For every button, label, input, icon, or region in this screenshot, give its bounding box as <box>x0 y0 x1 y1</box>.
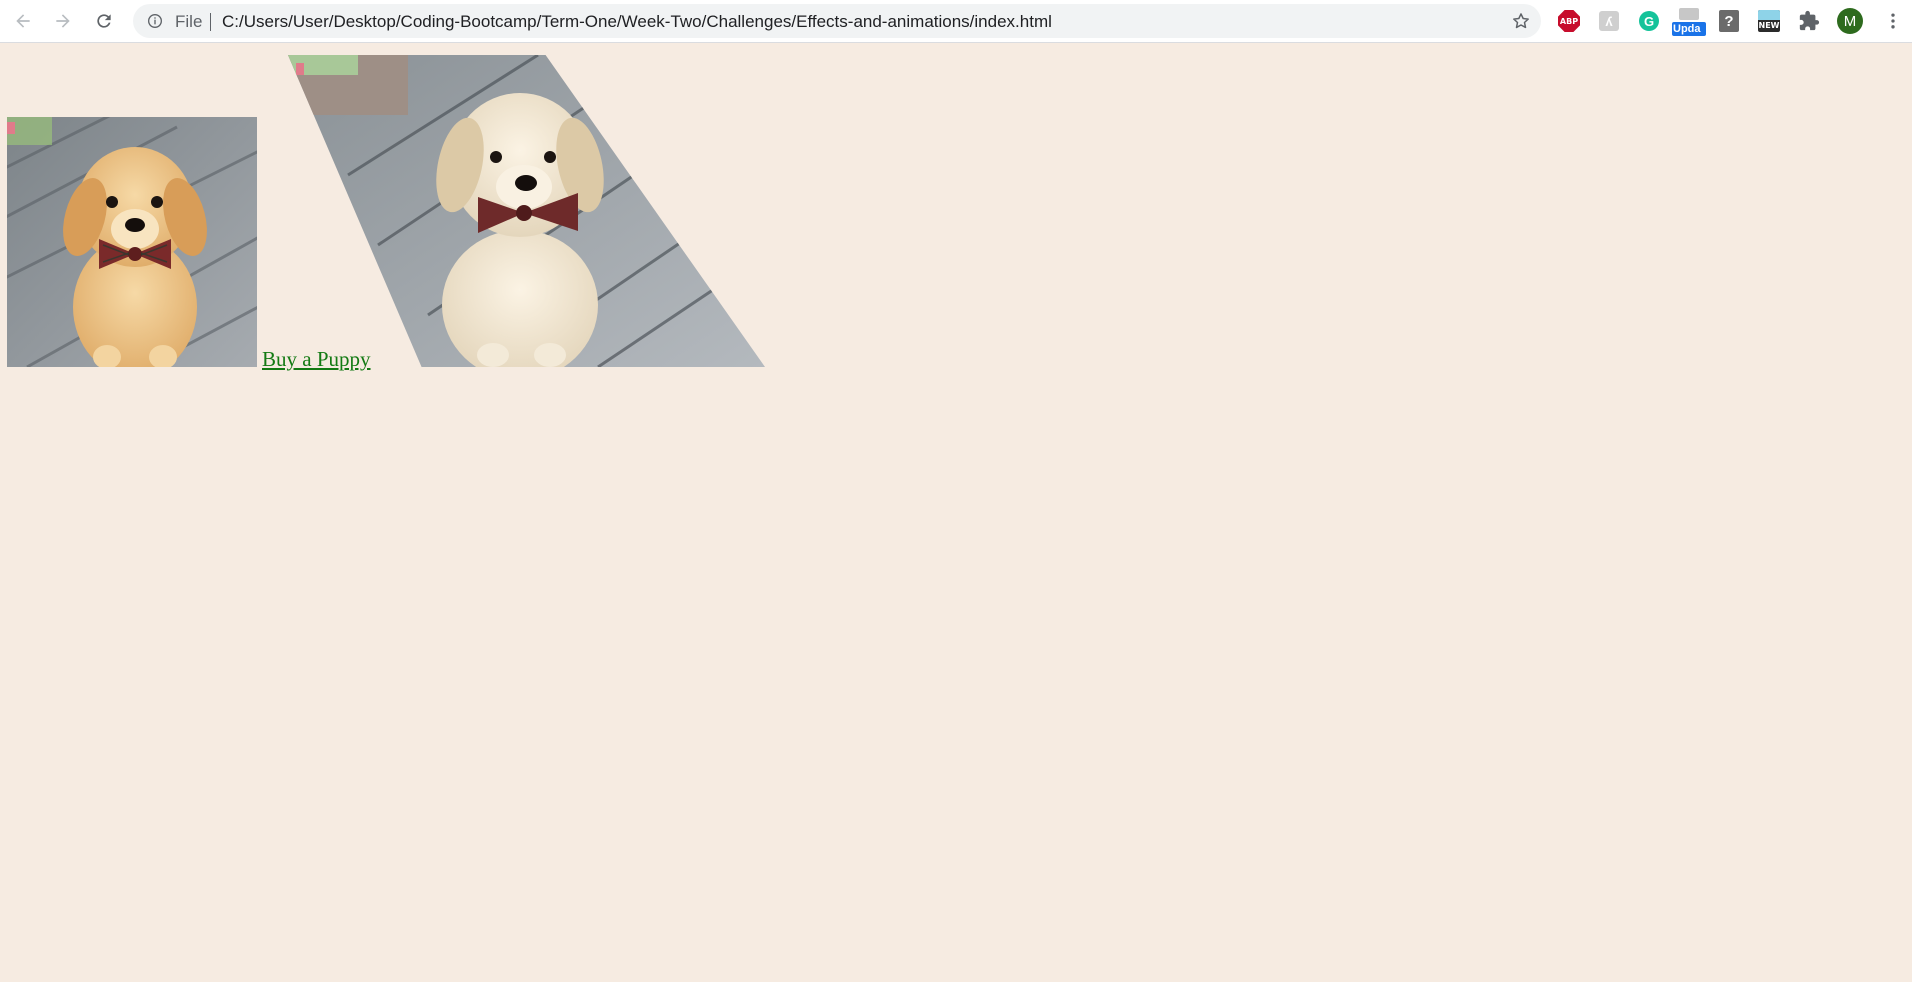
skewed-puppy-photo <box>288 55 765 367</box>
file-chip: File <box>175 12 203 31</box>
puzzle-icon <box>1799 10 1820 31</box>
update-icon: Upda <box>1672 8 1706 36</box>
bookmark-star-icon[interactable] <box>1511 11 1531 31</box>
extensions-button[interactable] <box>1797 9 1821 33</box>
arrow-left-icon <box>16 14 30 28</box>
info-icon[interactable] <box>147 13 163 29</box>
arrow-right-icon <box>56 14 70 28</box>
profile-button[interactable]: M <box>1836 7 1864 35</box>
grey-extension[interactable]: ʎ <box>1597 9 1621 33</box>
grammarly-icon: G <box>1639 11 1659 31</box>
new-extension[interactable]: NEW <box>1757 9 1781 33</box>
grammarly-extension[interactable]: G <box>1637 9 1661 33</box>
browser-toolbar: File C:/Users/User/Desktop/Coding-Bootca… <box>0 0 1912 43</box>
puppy-photo <box>7 117 257 367</box>
extension-puzzle-grey-icon: ʎ <box>1599 11 1619 31</box>
menu-button[interactable] <box>1881 9 1905 33</box>
avatar: M <box>1837 8 1863 34</box>
chip-separator <box>210 13 211 31</box>
update-badge: Upda <box>1672 22 1706 36</box>
reload-button[interactable] <box>89 6 119 36</box>
kebab-menu-icon <box>1891 13 1895 29</box>
update-extension[interactable]: Upda <box>1672 7 1706 37</box>
adblock-extension[interactable]: ABP <box>1557 9 1581 33</box>
url-text[interactable]: C:/Users/User/Desktop/Coding-Bootcamp/Te… <box>222 12 1052 32</box>
reload-icon <box>97 14 111 28</box>
question-icon: ? <box>1719 10 1739 32</box>
adblock-icon: ABP <box>1558 10 1580 32</box>
address-bar[interactable]: File C:/Users/User/Desktop/Coding-Bootca… <box>133 4 1541 38</box>
help-extension[interactable]: ? <box>1717 9 1741 33</box>
forward-button[interactable] <box>48 6 78 36</box>
buy-puppy-link[interactable]: Buy a Puppy <box>262 347 371 372</box>
back-button[interactable] <box>8 6 38 36</box>
new-badge-icon: NEW <box>1758 10 1780 32</box>
